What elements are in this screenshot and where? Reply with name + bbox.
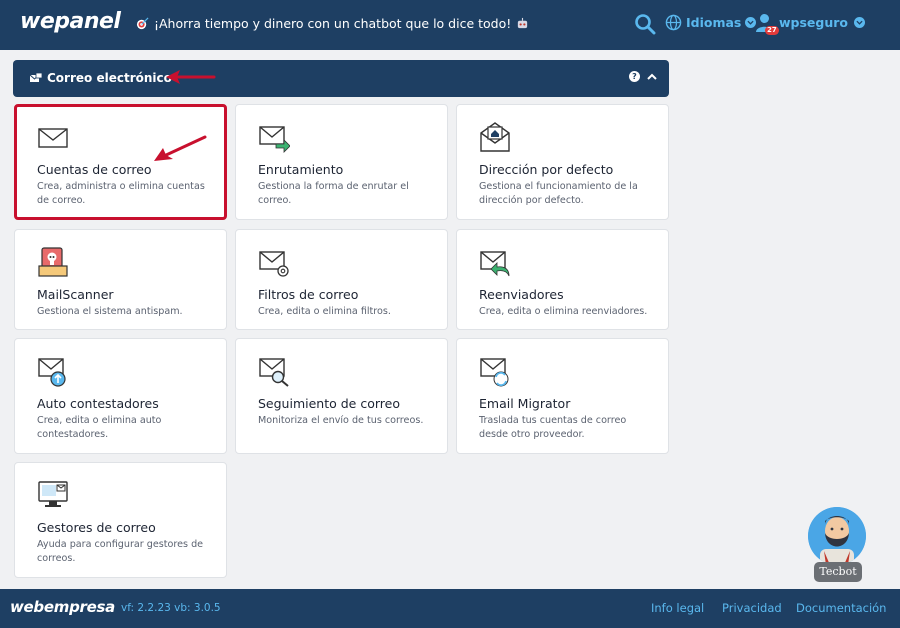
card-description: Gestiona el sistema antispam. — [37, 306, 183, 317]
card-gestores-de-correo[interactable]: Gestores de correo Ayuda para configurar … — [14, 462, 227, 578]
documentacion-link[interactable]: Documentación — [796, 601, 886, 615]
mail-section-icon — [29, 72, 43, 82]
section-title-text: Correo electrónico — [47, 71, 172, 85]
wepanel-logo[interactable]: wepanel — [20, 9, 121, 34]
card-title: Auto contestadores — [37, 396, 159, 411]
mailscanner-icon — [38, 247, 68, 277]
card-title: Email Migrator — [479, 396, 571, 411]
mail-autoresponder-icon — [38, 358, 66, 387]
top-bar: wepanel ¡Ahorra tiempo y dinero con un c… — [0, 0, 900, 50]
card-description: Gestiona el funcionamiento de la direcci… — [479, 181, 638, 206]
card-description: Crea, administra o elimina cuentas de co… — [37, 181, 205, 206]
section-title: Correo electrónico — [29, 71, 172, 85]
card-description: Crea, edita o elimina reenviadores. — [479, 306, 648, 317]
card-description: Crea, edita o elimina auto contestadores… — [37, 415, 162, 440]
card-title: Dirección por defecto — [479, 162, 614, 177]
mail-envelope-icon — [38, 128, 68, 148]
privacidad-link[interactable]: Privacidad — [722, 601, 782, 615]
info-legal-link[interactable]: Info legal — [651, 601, 704, 615]
card-description: Gestiona la forma de enrutar el correo. — [258, 181, 409, 206]
card-title: Gestores de correo — [37, 520, 156, 535]
tecbot-chat-button[interactable] — [808, 507, 866, 565]
tecbot-label[interactable]: Tecbot — [814, 562, 862, 582]
card-enrutamiento[interactable]: Enrutamiento Gestiona la forma de enrutar… — [235, 104, 448, 220]
chevron-down-icon — [854, 17, 866, 28]
version-label: vf: 2.2.23 vb: 3.0.5 — [121, 602, 221, 614]
card-direccion-por-defecto[interactable]: Dirección por defecto Gestiona el funcion… — [456, 104, 669, 220]
mail-routing-icon — [259, 126, 290, 153]
email-section-header[interactable]: Correo electrónico ? — [13, 60, 669, 97]
mail-filter-icon — [259, 251, 289, 277]
footer-bar: webempresa vf: 2.2.23 vb: 3.0.5 Info leg… — [0, 589, 900, 628]
mail-tracking-icon — [259, 358, 289, 387]
card-filtros-de-correo[interactable]: Filtros de correo Crea, edita o elimina f… — [235, 229, 448, 330]
notification-badge: 27 — [765, 26, 779, 35]
webempresa-logo[interactable]: webempresa — [10, 598, 115, 616]
mail-forwarder-icon — [480, 251, 510, 277]
target-dart-icon — [136, 17, 149, 30]
tecbot-avatar-icon — [808, 507, 866, 565]
promo-banner[interactable]: ¡Ahorra tiempo y dinero con un chatbot q… — [136, 16, 529, 31]
chevron-up-icon[interactable] — [646, 71, 658, 83]
card-description: Traslada tus cuentas de correo desde otr… — [479, 415, 627, 440]
card-seguimiento-de-correo[interactable]: Seguimiento de correo Monitoriza el envío… — [235, 338, 448, 454]
card-title: Filtros de correo — [258, 287, 359, 302]
card-auto-contestadores[interactable]: Auto contestadores Crea, edita o elimina … — [14, 338, 227, 454]
help-icon[interactable]: ? — [629, 71, 640, 82]
card-description: Monitoriza el envío de tus correos. — [258, 415, 424, 426]
search-icon[interactable] — [634, 13, 656, 35]
languages-dropdown[interactable]: Idiomas — [665, 14, 757, 31]
card-title: Enrutamiento — [258, 162, 344, 177]
annotation-arrow — [166, 70, 216, 84]
annotation-arrow — [154, 135, 207, 161]
mail-default-address-icon — [480, 122, 510, 152]
card-description: Ayuda para configurar gestores de correo… — [37, 539, 204, 564]
card-title: Seguimiento de correo — [258, 396, 400, 411]
promo-text: ¡Ahorra tiempo y dinero con un chatbot q… — [154, 16, 512, 31]
card-description: Crea, edita o elimina filtros. — [258, 306, 391, 317]
card-mailscanner[interactable]: MailScanner Gestiona el sistema antispam. — [14, 229, 227, 330]
username-label: wpseguro — [779, 15, 849, 30]
user-menu[interactable]: 27 wpseguro — [756, 13, 866, 35]
mail-client-icon — [38, 481, 68, 507]
languages-label: Idiomas — [686, 15, 742, 30]
card-title: MailScanner — [37, 287, 114, 302]
card-email-migrator[interactable]: Email Migrator Traslada tus cuentas de co… — [456, 338, 669, 454]
globe-icon — [665, 14, 682, 31]
card-title: Cuentas de correo — [37, 162, 152, 177]
card-reenviadores[interactable]: Reenviadores Crea, edita o elimina reenvi… — [456, 229, 669, 330]
chevron-down-icon — [745, 17, 757, 28]
card-title: Reenviadores — [479, 287, 564, 302]
robot-icon — [518, 17, 528, 29]
mail-migrator-icon — [480, 358, 509, 387]
